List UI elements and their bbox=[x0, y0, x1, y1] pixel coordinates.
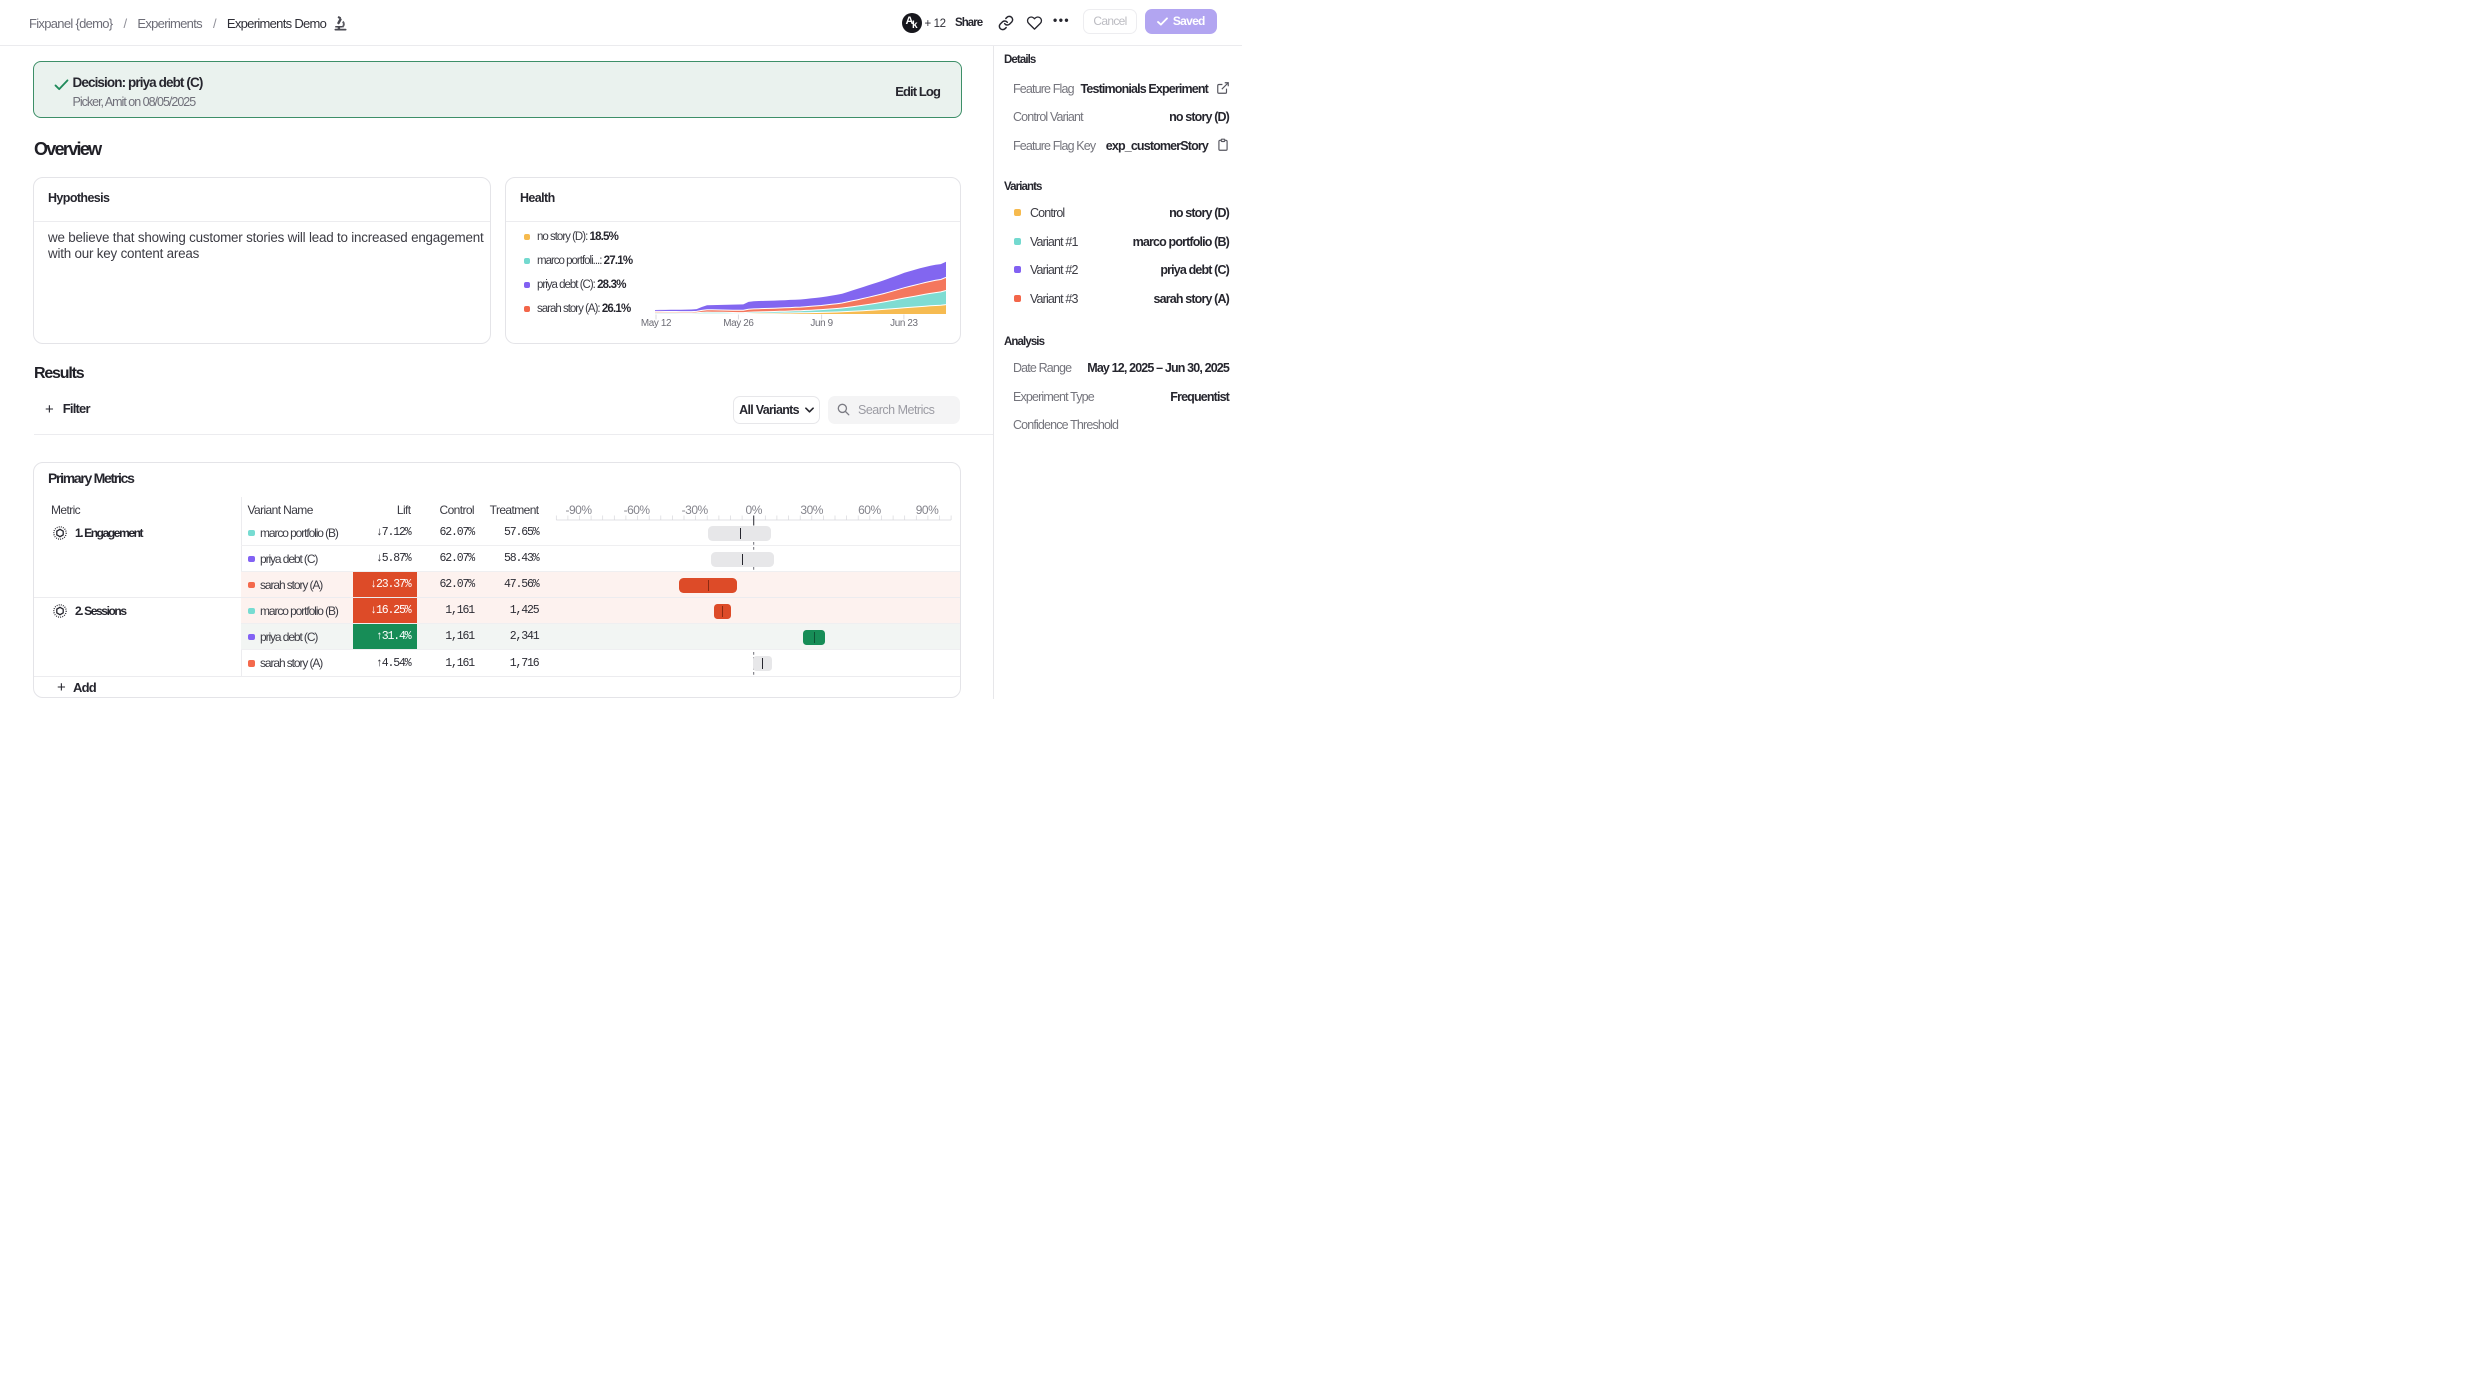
svg-text:May 26: May 26 bbox=[723, 318, 754, 329]
svg-text:Jun 23: Jun 23 bbox=[890, 318, 918, 329]
svg-text:May 12: May 12 bbox=[641, 318, 671, 329]
svg-text:Jun 9: Jun 9 bbox=[810, 318, 833, 329]
